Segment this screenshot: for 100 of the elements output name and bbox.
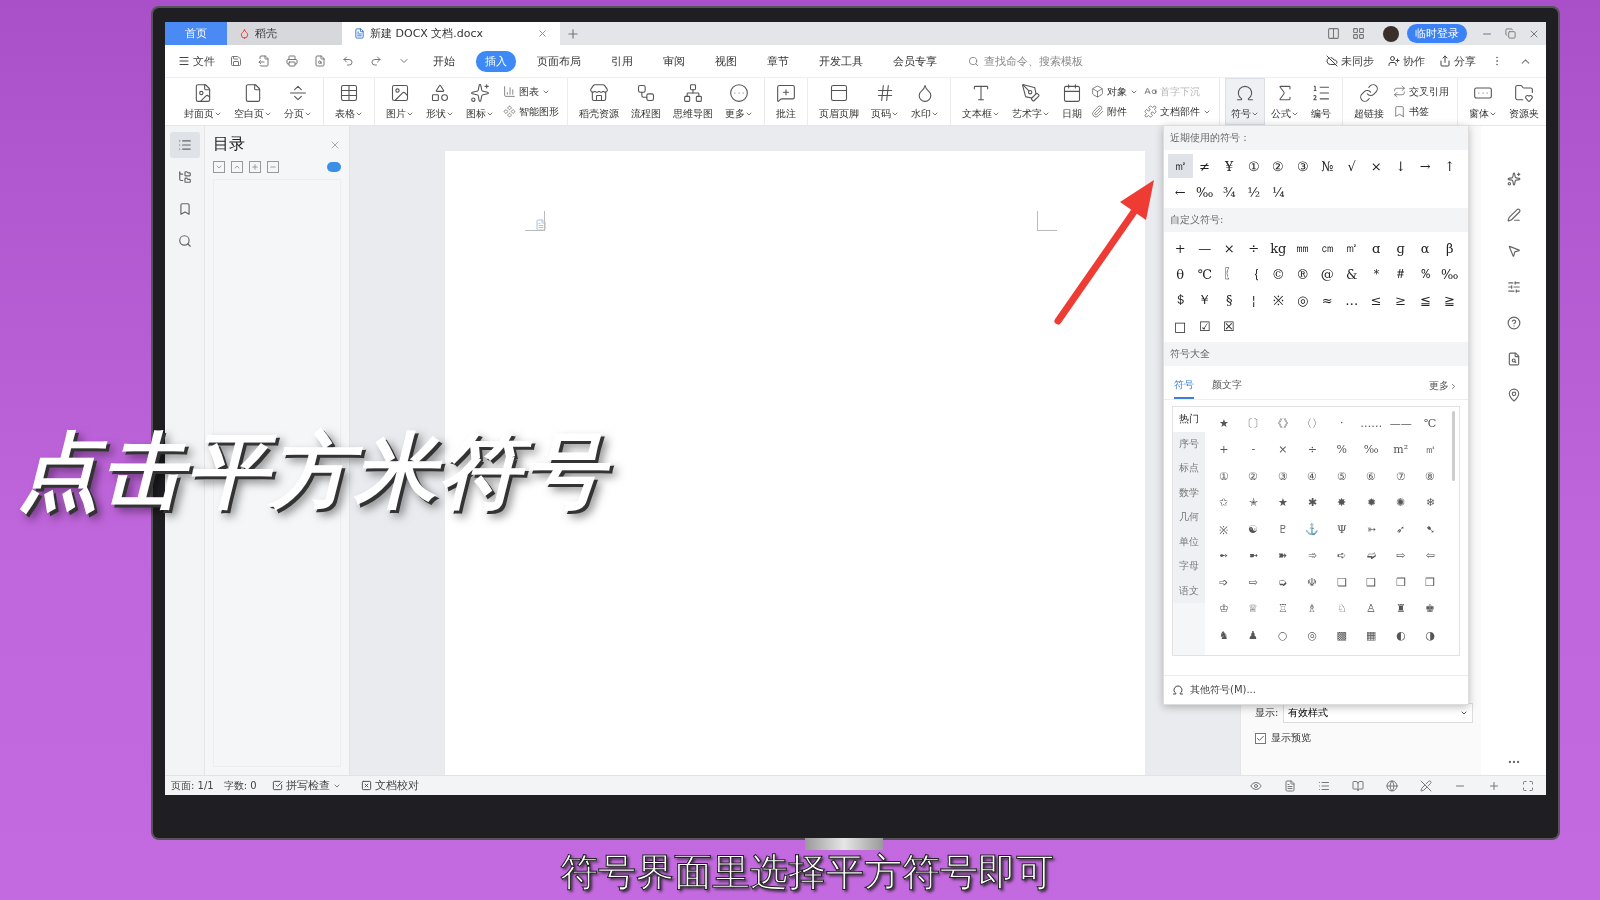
preview-icon[interactable] [314,55,326,67]
menu-tab[interactable]: 会员专享 [884,50,946,72]
symbol-button[interactable]: ɡ [1388,236,1413,260]
ribbon-button[interactable]: 编号 [1305,78,1337,125]
ribbon-button[interactable]: 图标 [460,78,500,125]
menu-tab[interactable]: 章节 [758,50,798,72]
symbol-button[interactable]: × [1364,154,1389,178]
symbol-button[interactable]: ㎝ [1315,236,1340,260]
symbol-button[interactable]: ⑧ [1415,464,1445,488]
symbol-button[interactable]: ♜ [1386,596,1416,621]
ribbon-button[interactable]: 流程图 [625,78,667,125]
symbol-button[interactable]: ③ [1268,464,1298,488]
symbol-button[interactable]: ÷ [1297,437,1327,462]
ribbon-button[interactable]: 艺术字 [1006,78,1056,125]
symbol-button[interactable]: ※ [1266,288,1291,312]
symbol-button[interactable]: + [1209,437,1239,462]
ribbon-button[interactable]: 资源夹 [1503,78,1545,125]
symbol-button[interactable]: № [1315,154,1340,178]
redo-icon[interactable] [370,55,382,67]
menu-tab[interactable]: 页面布局 [528,50,590,72]
zoom-in-icon[interactable] [1488,779,1500,792]
symbol-button[interactable]: ✩ [1209,490,1239,515]
symbol-button[interactable]: ◑ [1415,623,1445,647]
ribbon-button[interactable]: 表格 [329,78,369,125]
ribbon-button[interactable]: 窗体 [1463,78,1503,125]
symbol-button[interactable]: ❐ [1386,570,1416,594]
ribbon-button[interactable]: 思维导图 [667,78,719,125]
symbol-button[interactable]: ➶ [1386,517,1416,541]
ribbon-button[interactable]: 空白页 [228,78,278,125]
pin-icon[interactable] [1506,388,1521,402]
list-icon[interactable] [177,138,192,152]
ribbon-button[interactable]: 公式 [1265,78,1305,125]
ribbon-button[interactable]: 图表 [503,84,559,99]
symbol-button[interactable]: ɑ [1364,236,1389,260]
symbol-button[interactable]: ↓ [1388,154,1413,178]
ribbon-button[interactable]: 稻壳资源 [573,78,625,125]
ribbon-button[interactable]: 文本框 [956,78,1006,125]
symbol-button[interactable]: ≈ [1315,288,1340,312]
symbol-button[interactable]: ≧ [1437,288,1462,312]
ribbon-button[interactable]: 日期 [1056,78,1088,125]
symbol-button[interactable]: ♇ [1268,517,1298,541]
symbol-button[interactable]: ® [1290,262,1315,286]
symbol-button[interactable]: + [1168,236,1193,260]
symbol-button[interactable]: ➳ [1356,517,1386,541]
symbol-button[interactable]: ♔ [1209,596,1239,621]
fullscreen-icon[interactable] [1522,779,1534,792]
symbol-button[interactable]: α [1413,236,1438,260]
checkbox[interactable] [1255,732,1266,744]
symbol-button[interactable]: Ψ [1327,517,1357,541]
symbol-button[interactable]: ✹ [1356,490,1386,515]
symbol-button[interactable]: ➷ [1415,517,1445,541]
symbol-button[interactable]: × [1217,236,1242,260]
ribbon-button[interactable]: 文档部件 [1144,104,1211,119]
symbol-button[interactable]: kg [1266,236,1291,260]
symbol-button[interactable]: ➩ [1209,570,1239,594]
symbol-button[interactable]: ％ [1413,262,1438,286]
export-icon[interactable] [258,55,270,67]
symbol-button[interactable]: ➾ [1297,543,1327,568]
menu-tab[interactable]: 开始 [424,50,464,72]
restore-icon[interactable] [1505,28,1516,39]
symbol-button[interactable]: ❑ [1356,570,1386,594]
scrollbar[interactable] [1452,411,1455,481]
tab[interactable]: 颜文字 [1212,378,1242,399]
spell-check-button[interactable]: 拼写检查 [266,778,346,793]
ribbon-button[interactable]: 批注 [770,78,802,125]
symbol-button[interactable]: ⚓ [1297,517,1327,541]
symbol-button[interactable]: ⇨ [1238,570,1268,594]
category-item[interactable]: 热门 [1173,407,1205,432]
symbol-button[interactable]: β [1437,236,1462,260]
symbol-button[interactable]: ＊ [1364,262,1389,286]
symbol-button[interactable]: ¾ [1217,180,1242,204]
symbol-button[interactable]: ＃ [1388,262,1413,286]
close-icon[interactable] [537,28,548,39]
outline-view-icon[interactable] [1318,779,1330,792]
paragraph-icon[interactable] [535,219,547,231]
symbol-button[interactable]: ≠ [1192,154,1217,178]
symbol-button[interactable]: © [1266,262,1291,286]
symbol-button[interactable]: ➪ [1327,543,1357,568]
symbol-button[interactable]: ℃ [1415,411,1445,435]
symbol-button[interactable]: ‰ [1437,262,1462,286]
category-item[interactable]: 序号 [1173,431,1205,456]
category-item[interactable]: 几何 [1173,505,1205,530]
symbol-button[interactable]: ♚ [1415,596,1445,621]
symbol-button[interactable]: ➼ [1238,543,1268,568]
menu-tab[interactable]: 审阅 [654,50,694,72]
symbol-button[interactable]: ※ [1209,517,1239,541]
symbol-button[interactable]: ◐ [1386,623,1416,647]
page-view-icon[interactable] [1284,779,1296,792]
pen-off-icon[interactable] [1420,779,1432,792]
symbol-button[interactable]: ≥ [1388,288,1413,312]
symbol-button[interactable]: ← [1168,180,1193,204]
symbol-button[interactable]: ㎜ [1290,236,1315,260]
symbol-button[interactable]: ♘ [1327,596,1357,621]
symbol-button[interactable]: ♖ [1268,596,1298,621]
ribbon-button[interactable]: 符号 [1225,78,1265,125]
symbol-button[interactable]: ▦ [1356,623,1386,647]
symbol-button[interactable]: ‰ [1192,180,1217,204]
search-icon[interactable] [177,234,192,248]
category-item[interactable]: 数学 [1173,480,1205,505]
symbol-button[interactable]: ÷ [1241,236,1266,260]
